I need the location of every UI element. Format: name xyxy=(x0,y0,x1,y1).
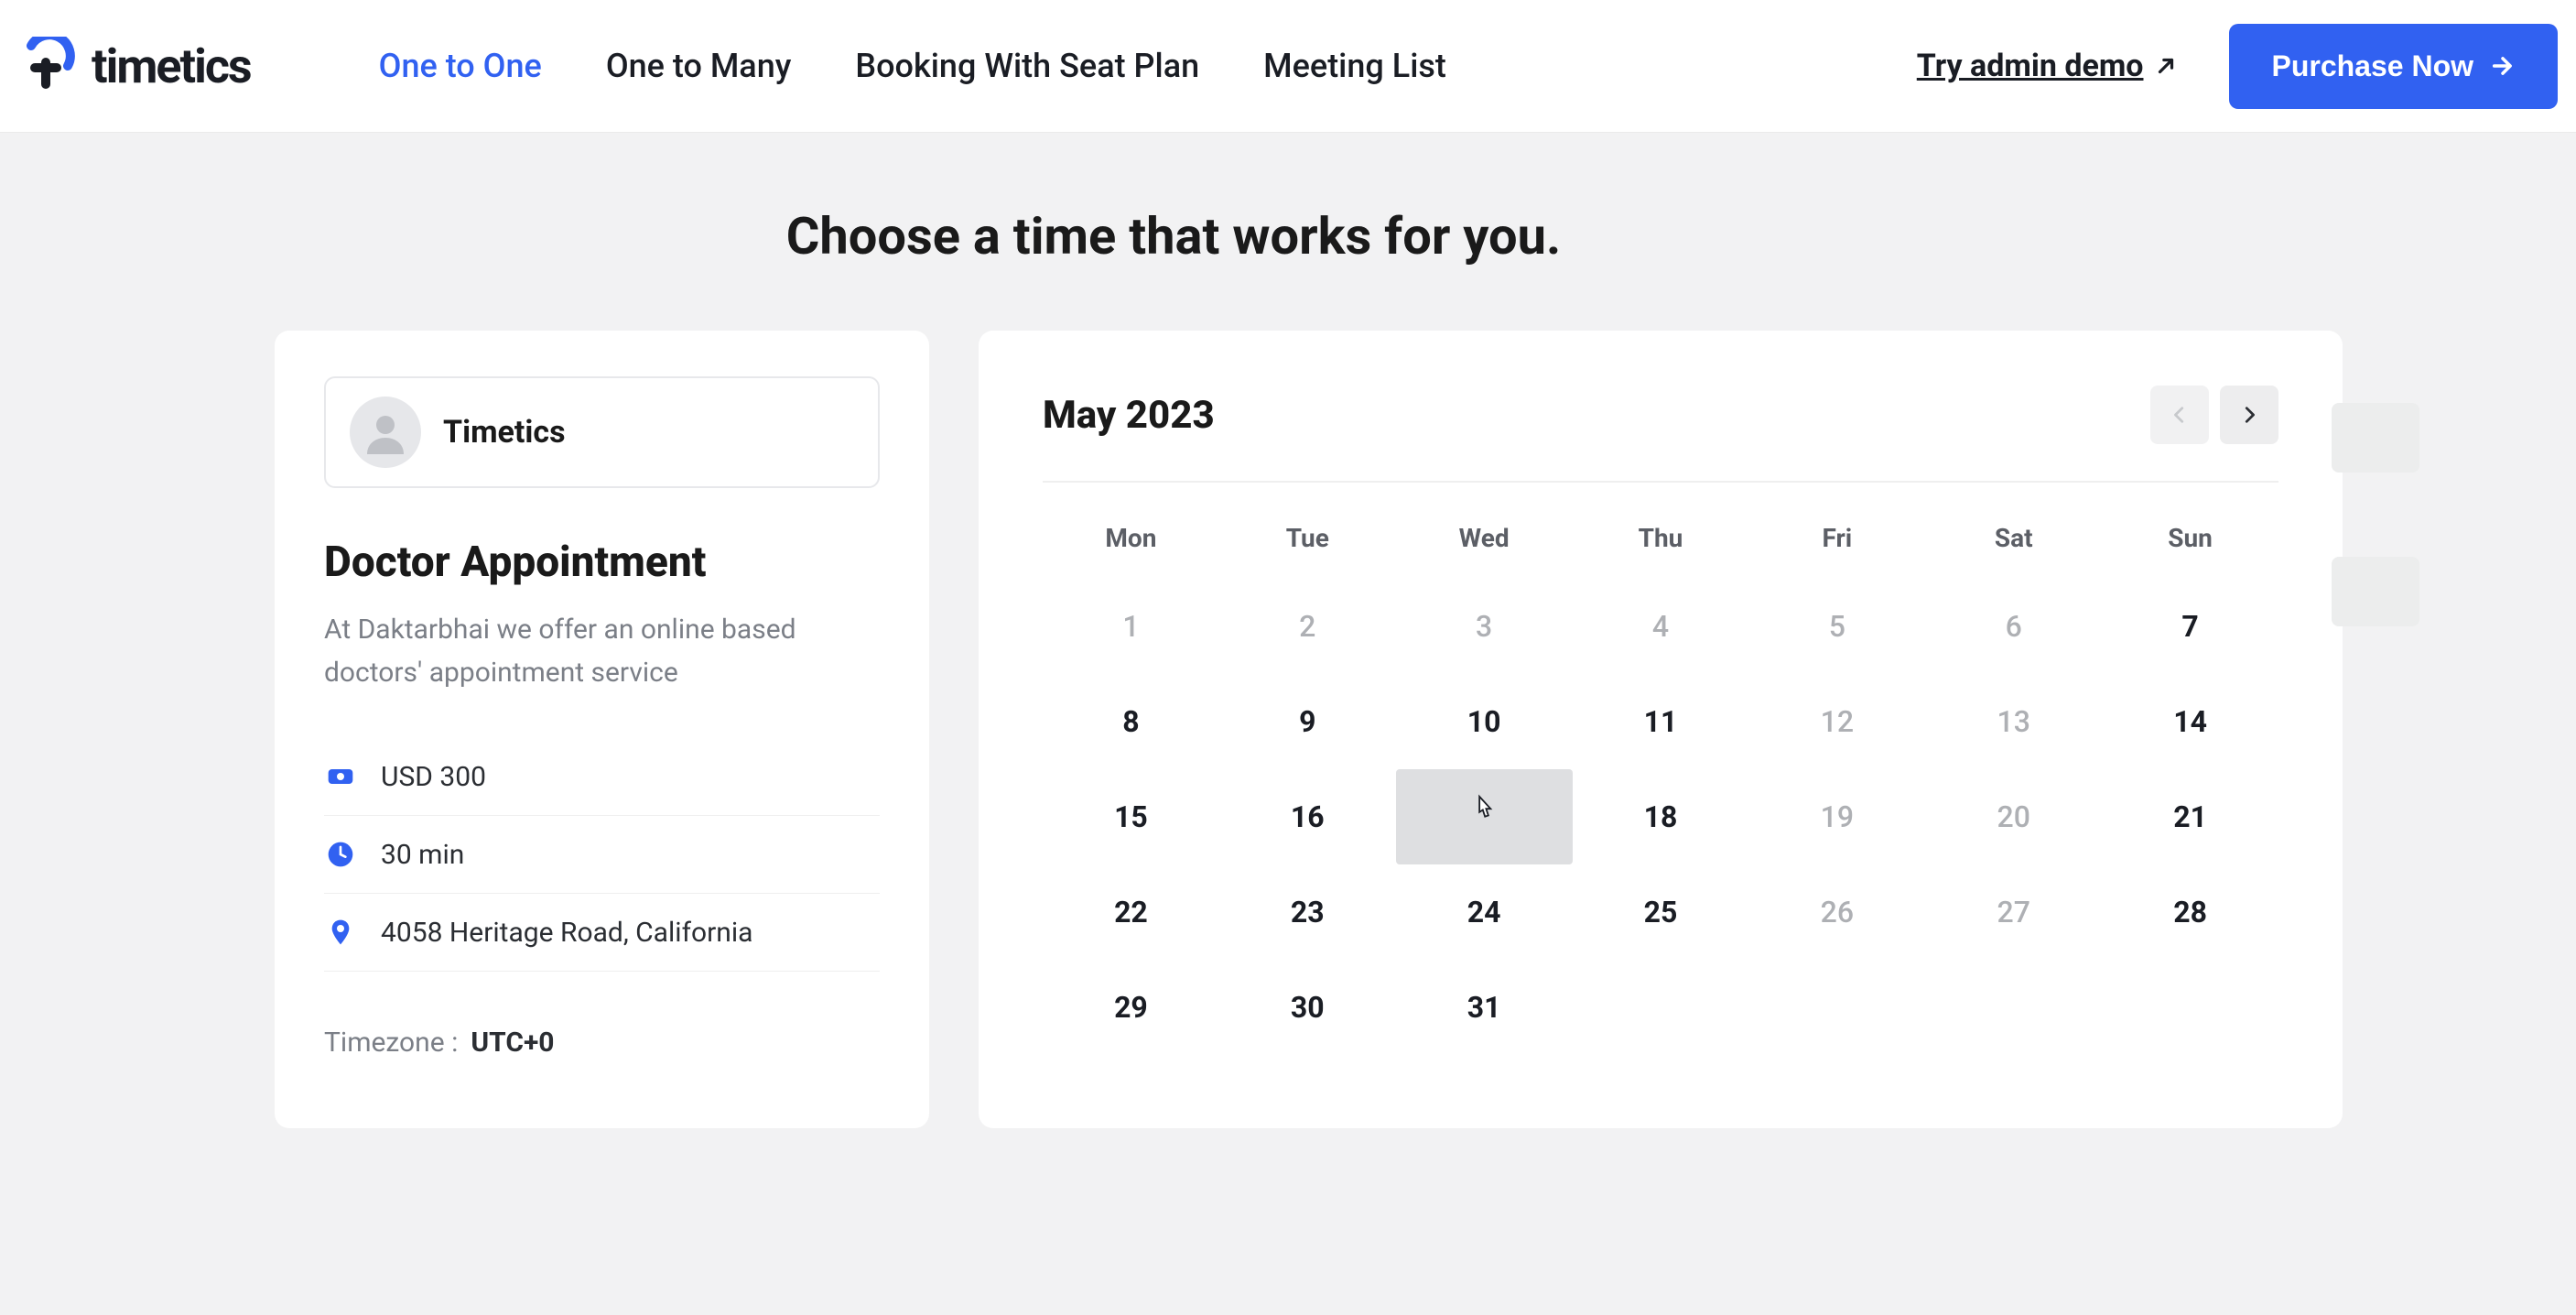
calendar-nav xyxy=(2150,386,2278,444)
timezone-row: Timezone : UTC+0 xyxy=(324,1027,880,1059)
nav-booking-seat[interactable]: Booking With Seat Plan xyxy=(855,47,1199,85)
arrow-right-icon xyxy=(2490,53,2516,79)
avatar xyxy=(350,397,421,468)
calendar-day-20: 20 xyxy=(1925,769,2102,864)
try-admin-demo-link[interactable]: Try admin demo xyxy=(1917,48,2179,84)
main-nav: One to One One to Many Booking With Seat… xyxy=(379,47,1446,85)
calendar-day-27: 27 xyxy=(1925,864,2102,960)
calendar-day-29[interactable]: 29 xyxy=(1043,960,1219,1055)
admin-demo-label: Try admin demo xyxy=(1917,48,2144,84)
calendar-day-16[interactable]: 16 xyxy=(1219,769,1396,864)
calendar-prev-button[interactable] xyxy=(2150,386,2209,444)
brand-logo[interactable]: timetics xyxy=(18,37,251,95)
calendar-next-button[interactable] xyxy=(2220,386,2278,444)
logo-icon xyxy=(18,37,77,95)
calendar-day-22[interactable]: 22 xyxy=(1043,864,1219,960)
calendar-day-26: 26 xyxy=(1748,864,1925,960)
nav-one-to-one[interactable]: One to One xyxy=(379,47,542,85)
calendar-day-5: 5 xyxy=(1748,579,1925,674)
calendar-day-4: 4 xyxy=(1573,579,1749,674)
location-pin-icon xyxy=(324,916,357,949)
detail-location: 4058 Heritage Road, California xyxy=(324,894,880,972)
calendar-panel: May 2023 MonTueWedThuFriSatSun 123456789… xyxy=(979,331,2343,1128)
detail-duration: 30 min xyxy=(324,816,880,894)
nav-meeting-list[interactable]: Meeting List xyxy=(1263,47,1446,85)
calendar-dow: Sun xyxy=(2102,505,2278,579)
calendar-day-3: 3 xyxy=(1396,579,1573,674)
timezone-label: Timezone : xyxy=(324,1027,458,1059)
duration-value: 30 min xyxy=(381,839,464,871)
calendar-day-24[interactable]: 24 xyxy=(1396,864,1573,960)
external-link-icon xyxy=(2154,54,2178,78)
organizer-name: Timetics xyxy=(443,414,566,451)
clock-icon xyxy=(324,838,357,871)
calendar-days-of-week: MonTueWedThuFriSatSun xyxy=(1043,505,2278,579)
calendar-day-21[interactable]: 21 xyxy=(2102,769,2278,864)
appointment-details: USD 300 30 min 4058 Heritage Road, Calif… xyxy=(324,738,880,972)
brand-name: timetics xyxy=(92,38,251,94)
nav-one-to-many[interactable]: One to Many xyxy=(606,47,792,85)
price-value: USD 300 xyxy=(381,761,486,793)
calendar-day-2: 2 xyxy=(1219,579,1396,674)
appointment-title: Doctor Appointment xyxy=(324,538,880,587)
calendar-day-28[interactable]: 28 xyxy=(2102,864,2278,960)
purchase-now-button[interactable]: Purchase Now xyxy=(2229,24,2558,109)
top-navbar: timetics One to One One to Many Booking … xyxy=(0,0,2576,133)
person-icon xyxy=(363,410,407,454)
money-icon xyxy=(324,760,357,793)
purchase-label: Purchase Now xyxy=(2271,49,2473,83)
timezone-value: UTC+0 xyxy=(471,1027,554,1059)
calendar-day-10[interactable]: 10 xyxy=(1396,674,1573,769)
calendar-day-11[interactable]: 11 xyxy=(1573,674,1749,769)
calendar-dow: Mon xyxy=(1043,505,1219,579)
cursor-icon xyxy=(1470,794,1498,831)
appointment-info-card: Timetics Doctor Appointment At Daktarbha… xyxy=(275,331,929,1128)
calendar-day-19: 19 xyxy=(1748,769,1925,864)
calendar-head: May 2023 xyxy=(1043,386,2278,483)
calendar-dow: Wed xyxy=(1396,505,1573,579)
calendar-day-7[interactable]: 7 xyxy=(2102,579,2278,674)
calendar-day-12: 12 xyxy=(1748,674,1925,769)
calendar-month-label: May 2023 xyxy=(1043,393,1215,438)
calendar-day-31[interactable]: 31 xyxy=(1396,960,1573,1055)
decorative-stripes xyxy=(2332,403,2419,626)
calendar-dow: Thu xyxy=(1573,505,1749,579)
calendar-dow: Tue xyxy=(1219,505,1396,579)
calendar-day-1: 1 xyxy=(1043,579,1219,674)
detail-price: USD 300 xyxy=(324,738,880,816)
organizer-box[interactable]: Timetics xyxy=(324,376,880,488)
calendar-day-14[interactable]: 14 xyxy=(2102,674,2278,769)
chevron-right-icon xyxy=(2239,405,2259,425)
calendar-dow: Sat xyxy=(1925,505,2102,579)
calendar-day-30[interactable]: 30 xyxy=(1219,960,1396,1055)
calendar-day-23[interactable]: 23 xyxy=(1219,864,1396,960)
appointment-description: At Daktarbhai we offer an online based d… xyxy=(324,609,880,694)
page-title: Choose a time that works for you. xyxy=(0,206,2576,266)
calendar-day-8[interactable]: 8 xyxy=(1043,674,1219,769)
calendar-days-grid: 1234567891011121314151617181920212223242… xyxy=(1043,579,2278,1055)
calendar-day-13: 13 xyxy=(1925,674,2102,769)
calendar-day-18[interactable]: 18 xyxy=(1573,769,1749,864)
calendar-day-6: 6 xyxy=(1925,579,2102,674)
location-value: 4058 Heritage Road, California xyxy=(381,917,752,949)
calendar-day-9[interactable]: 9 xyxy=(1219,674,1396,769)
calendar-day-15[interactable]: 15 xyxy=(1043,769,1219,864)
chevron-left-icon xyxy=(2170,405,2190,425)
calendar-day-25[interactable]: 25 xyxy=(1573,864,1749,960)
calendar-day-17[interactable]: 17 xyxy=(1396,769,1573,864)
calendar-dow: Fri xyxy=(1748,505,1925,579)
